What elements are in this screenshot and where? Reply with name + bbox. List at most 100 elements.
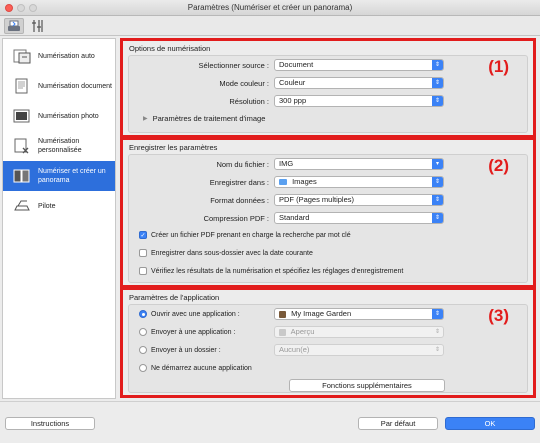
- keyword-search-pdf-label: Créer un fichier PDF prenant en charge l…: [151, 231, 351, 239]
- app-settings-box: Ouvrir avec une application : My Image G…: [128, 304, 528, 393]
- open-with-app-radio[interactable]: Ouvrir avec une application :: [139, 310, 240, 318]
- color-mode-value: Couleur: [279, 78, 306, 87]
- sidebar-item-label: Pilote: [38, 202, 56, 210]
- chevron-updown-icon: ⇕: [432, 213, 443, 223]
- settings-panel: Options de numérisation Sélectionner sou…: [118, 38, 538, 399]
- scan-options-box: Sélectionner source : Document ⇕ Mode co…: [128, 55, 528, 133]
- auto-scan-icon: [13, 49, 31, 64]
- date-subfolder-label: Enregistrer dans sous-dossier avec la da…: [151, 249, 313, 257]
- filename-combo[interactable]: IMG ▾: [274, 158, 444, 170]
- check-results-label: Vérifiez les résultats de la numérisatio…: [151, 267, 404, 275]
- resolution-select[interactable]: 300 ppp ⇕: [274, 95, 444, 107]
- send-to-folder-label: Envoyer à un dossier :: [151, 346, 221, 354]
- save-settings-title: Enregistrer les paramètres: [129, 143, 218, 152]
- send-to-app-radio[interactable]: Envoyer à une application :: [139, 328, 235, 336]
- save-settings-box: Nom du fichier : IMG ▾ Enregistrer dans …: [128, 154, 528, 283]
- sidebar-item-label: Numérisation personnalisée: [38, 138, 82, 154]
- photo-scan-icon: [13, 109, 30, 123]
- format-label: Format données :: [210, 196, 269, 205]
- sidebar: Numérisation auto Numérisation document …: [2, 38, 116, 399]
- source-select[interactable]: Document ⇕: [274, 59, 444, 71]
- send-to-folder-select[interactable]: Aucun(e) ⇕: [274, 344, 444, 356]
- folder-icon: [279, 179, 287, 186]
- ok-button[interactable]: OK: [445, 417, 535, 430]
- compression-select[interactable]: Standard ⇕: [274, 212, 444, 224]
- sidebar-item-label: Numérisation photo: [38, 112, 99, 120]
- chevron-updown-icon: ⇕: [434, 329, 441, 335]
- save-in-value: Images: [292, 177, 317, 186]
- section-badge-2: (2): [488, 156, 509, 175]
- filename-value: IMG: [279, 159, 294, 168]
- color-mode-select[interactable]: Couleur ⇕: [274, 77, 444, 89]
- open-with-app-label: Ouvrir avec une application :: [151, 310, 240, 318]
- sidebar-item-label: Numérisation document: [38, 82, 112, 90]
- sidebar-item-photo-scan[interactable]: Numérisation photo: [3, 101, 115, 131]
- image-processing-disclosure[interactable]: ▶ Paramètres de traitement d'image: [143, 114, 265, 123]
- radio-dot: [139, 310, 147, 318]
- scan-options-section: Options de numérisation Sélectionner sou…: [120, 38, 536, 138]
- open-with-app-value: My Image Garden: [291, 309, 352, 318]
- scan-settings-icon: [8, 20, 20, 31]
- no-app-radio[interactable]: Ne démarrez aucune application: [139, 364, 252, 372]
- sidebar-item-panorama-scan[interactable]: Numériser et créer un panorama: [3, 161, 115, 191]
- scan-options-title: Options de numérisation: [129, 44, 211, 53]
- send-to-app-label: Envoyer à une application :: [151, 328, 236, 336]
- app-settings-section: Paramètres de l'application Ouvrir avec …: [120, 287, 536, 398]
- compression-label: Compression PDF :: [203, 214, 269, 223]
- chevron-updown-icon: ⇕: [432, 96, 443, 106]
- source-value: Document: [279, 60, 314, 69]
- format-select[interactable]: PDF (Pages multiples) ⇕: [274, 194, 444, 206]
- section-badge-1: (1): [488, 57, 509, 76]
- checkbox-box: [139, 249, 147, 257]
- keyword-search-pdf-checkbox[interactable]: ✓ Créer un fichier PDF prenant en charge…: [139, 231, 351, 239]
- chevron-updown-icon: ⇕: [434, 347, 441, 353]
- date-subfolder-checkbox[interactable]: Enregistrer dans sous-dossier avec la da…: [139, 249, 313, 257]
- checkbox-box: [139, 267, 147, 275]
- send-to-folder-radio[interactable]: Envoyer à un dossier :: [139, 346, 221, 354]
- chevron-updown-icon: ⇕: [432, 309, 443, 319]
- disclosure-triangle-icon: ▶: [143, 116, 148, 122]
- chevron-updown-icon: ⇕: [432, 60, 443, 70]
- sidebar-item-custom-scan[interactable]: Numérisation personnalisée: [3, 131, 115, 161]
- panorama-scan-icon: [13, 169, 30, 183]
- open-with-app-select[interactable]: My Image Garden ⇕: [274, 308, 444, 320]
- check-results-checkbox[interactable]: Vérifiez les résultats de la numérisatio…: [139, 267, 403, 275]
- send-to-folder-value: Aucun(e): [279, 345, 310, 354]
- more-functions-button[interactable]: Fonctions supplémentaires: [289, 379, 445, 392]
- chevron-updown-icon: ⇕: [432, 195, 443, 205]
- sidebar-item-document-scan[interactable]: Numérisation document: [3, 71, 115, 101]
- driver-icon: [14, 200, 30, 211]
- resolution-label: Résolution :: [229, 97, 269, 106]
- radio-dot: [139, 328, 147, 336]
- custom-scan-icon: [14, 138, 29, 154]
- radio-dot: [139, 364, 147, 372]
- sidebar-item-auto-scan[interactable]: Numérisation auto: [3, 41, 115, 71]
- footer: Instructions Par défaut OK: [0, 401, 540, 443]
- scan-settings-tab[interactable]: [4, 18, 24, 34]
- send-to-app-select[interactable]: Aperçu ⇕: [274, 326, 444, 338]
- title-bar: Paramètres (Numériser et créer un panora…: [0, 0, 540, 16]
- save-settings-section: Enregistrer les paramètres Nom du fichie…: [120, 137, 536, 288]
- resolution-value: 300 ppp: [279, 96, 307, 105]
- sidebar-item-driver[interactable]: Pilote: [3, 191, 115, 221]
- preview-app-icon: [279, 328, 286, 336]
- document-scan-icon: [15, 78, 28, 94]
- send-to-app-value: Aperçu: [290, 327, 315, 336]
- compression-value: Standard: [279, 213, 310, 222]
- color-mode-label: Mode couleur :: [219, 79, 269, 88]
- save-in-select[interactable]: Images ⇕: [274, 176, 444, 188]
- chevron-updown-icon: ⇕: [432, 78, 443, 88]
- image-processing-label: Paramètres de traitement d'image: [152, 114, 266, 123]
- source-label: Sélectionner source :: [198, 61, 269, 70]
- checkmark-icon: ✓: [139, 231, 147, 239]
- general-settings-tab[interactable]: [28, 18, 48, 34]
- radio-dot: [139, 346, 147, 354]
- filename-label: Nom du fichier :: [216, 160, 269, 169]
- default-button[interactable]: Par défaut: [358, 417, 438, 430]
- app-settings-title: Paramètres de l'application: [129, 293, 220, 302]
- toolbar: [0, 16, 540, 36]
- instructions-button[interactable]: Instructions: [5, 417, 95, 430]
- sidebar-item-label: Numérisation auto: [38, 52, 95, 60]
- window-title: Paramètres (Numériser et créer un panora…: [187, 3, 353, 12]
- chevron-updown-icon: ⇕: [432, 177, 443, 187]
